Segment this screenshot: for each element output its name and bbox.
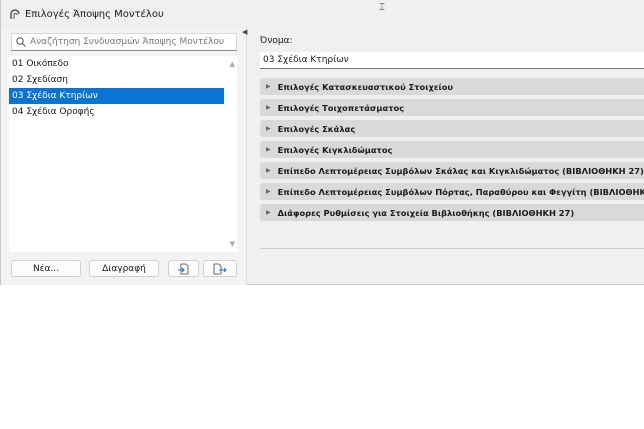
delete-button[interactable]: Διαγραφή xyxy=(89,260,159,277)
section-label: Επιλογές Τοιχοπετάσματος xyxy=(277,102,405,113)
search-input[interactable]: Αναζήτηση Συνδυασμών Άποψης Μοντέλου xyxy=(11,33,237,51)
search-placeholder: Αναζήτηση Συνδυασμών Άποψης Μοντέλου xyxy=(30,37,225,47)
section-label: Επιλογές Κατασκευαστικού Στοιχείου xyxy=(277,81,453,92)
collapse-panel-icon[interactable]: ◀ xyxy=(242,28,247,36)
name-label: Όνομα: xyxy=(260,36,293,46)
scroll-down-icon[interactable]: ▼ xyxy=(230,240,235,248)
window-title: Επιλογές Άποψης Μοντέλου xyxy=(25,8,164,20)
scroll-up-icon[interactable]: ▲ xyxy=(230,60,235,68)
new-button[interactable]: Νέα... xyxy=(11,260,81,277)
section-label: Επιλογές Κιγκλιδώματος xyxy=(277,144,393,155)
app-icon xyxy=(10,9,20,19)
expand-icon: ▶ xyxy=(266,188,271,195)
text-cursor-icon: ⌶ xyxy=(379,2,385,13)
list-item[interactable]: 02 Σχεδίαση xyxy=(9,72,224,88)
section-stair-railing-detail[interactable]: ▶ Επίπεδο Λεπτομέρειας Συμβόλων Σκάλας κα… xyxy=(260,162,644,179)
model-view-options-dialog: Επιλογές Άποψης Μοντέλου ⌶ Αναζήτηση Συν… xyxy=(0,0,644,285)
search-icon xyxy=(16,37,26,47)
list-item[interactable]: 01 Οικόπεδο xyxy=(9,56,224,72)
expand-icon: ▶ xyxy=(266,167,271,174)
expand-icon: ▶ xyxy=(266,104,271,111)
expand-icon: ▶ xyxy=(266,125,271,132)
section-curtain-wall[interactable]: ▶ Επιλογές Τοιχοπετάσματος xyxy=(260,99,644,116)
export-button[interactable] xyxy=(203,260,237,277)
left-panel: Αναζήτηση Συνδυασμών Άποψης Μοντέλου 01 … xyxy=(1,28,247,285)
section-stair[interactable]: ▶ Επιλογές Σκάλας xyxy=(260,120,644,137)
section-label: Επίπεδο Λεπτομέρειας Συμβόλων Πόρτας, Πα… xyxy=(277,186,644,197)
section-label: Διάφορες Ρυθμίσεις για Στοιχεία Βιβλιοθή… xyxy=(277,207,575,218)
section-label: Επιλογές Σκάλας xyxy=(277,123,356,134)
name-input[interactable]: 03 Σχέδια Κτηρίων xyxy=(260,52,644,69)
expand-icon: ▶ xyxy=(266,83,271,90)
section-library-misc[interactable]: ▶ Διάφορες Ρυθμίσεις για Στοιχεία Βιβλιοθ… xyxy=(260,204,644,221)
list-item[interactable]: 04 Σχέδια Οροφής xyxy=(9,104,224,120)
view-combination-list[interactable]: 01 Οικόπεδο 02 Σχεδίαση 03 Σχέδια Κτηρίω… xyxy=(9,56,237,252)
section-structural-element[interactable]: ▶ Επιλογές Κατασκευαστικού Στοιχείου xyxy=(260,78,644,95)
divider xyxy=(260,248,644,249)
list-item-selected[interactable]: 03 Σχέδια Κτηρίων xyxy=(9,88,224,104)
section-door-window-detail[interactable]: ▶ Επίπεδο Λεπτομέρειας Συμβόλων Πόρτας, Π… xyxy=(260,183,644,200)
import-button[interactable] xyxy=(168,260,199,277)
expand-icon: ▶ xyxy=(266,209,271,216)
export-icon xyxy=(213,263,227,274)
section-label: Επίπεδο Λεπτομέρειας Συμβόλων Σκάλας και… xyxy=(277,165,644,176)
title-bar: Επιλογές Άποψης Μοντέλου xyxy=(1,0,644,28)
expand-icon: ▶ xyxy=(266,146,271,153)
import-icon xyxy=(177,263,188,274)
section-railing[interactable]: ▶ Επιλογές Κιγκλιδώματος xyxy=(260,141,644,158)
